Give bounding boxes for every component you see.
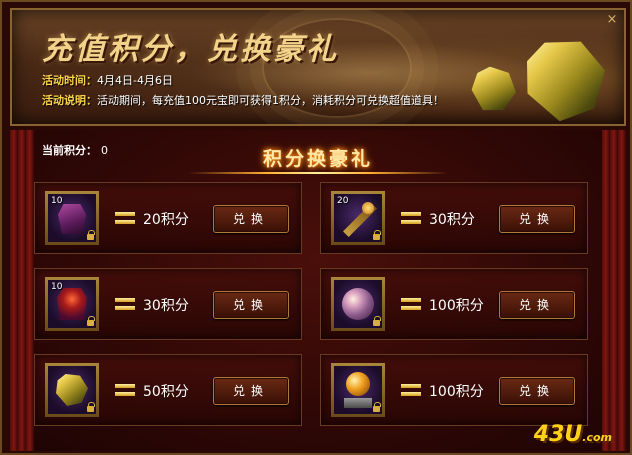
banner-title: 充值积分，兑换豪礼 xyxy=(42,32,339,67)
gem-icon xyxy=(521,35,611,125)
reward-cost: 30积分 xyxy=(429,212,475,228)
event-description-label: 活动说明： xyxy=(42,94,97,107)
exchange-button[interactable]: 兑换 xyxy=(213,377,289,405)
crystal-orb-icon xyxy=(342,288,374,320)
exchange-button[interactable]: 兑换 xyxy=(499,377,575,405)
event-banner: × 充值积分，兑换豪礼 活动时间：4月4日-4月6日 活动说明：活动期间，每充值… xyxy=(10,8,626,126)
current-points: 当前积分： 0 xyxy=(42,142,108,158)
section-title: 积分换豪礼 xyxy=(188,144,448,174)
pedestal-icon xyxy=(344,398,372,408)
event-time-label: 活动时间： xyxy=(42,74,97,87)
logo-main: 43U xyxy=(533,422,583,447)
reward-cost: 100积分 xyxy=(429,298,484,314)
reward-card: 100积分 兑换 xyxy=(320,268,588,340)
exchange-button[interactable]: 兑换 xyxy=(499,205,575,233)
exchange-button[interactable]: 兑换 xyxy=(499,291,575,319)
reward-card: 50积分 兑换 xyxy=(34,354,302,426)
crimson-armor-icon xyxy=(57,288,87,320)
exchange-stage: 当前积分： 0 积分换豪礼 10 20积分 兑换 20 30积分 兑换 10 3… xyxy=(10,130,626,451)
curtain-right xyxy=(602,130,626,451)
lock-icon xyxy=(87,230,95,240)
event-description: 活动说明：活动期间，每充值100元宝即可获得1积分，消耗积分可兑换超值道具！ xyxy=(42,92,444,108)
purple-armor-icon xyxy=(58,204,86,234)
curtain-left xyxy=(10,130,34,451)
exchange-button[interactable]: 兑换 xyxy=(213,205,289,233)
item-slot[interactable] xyxy=(45,363,99,417)
lock-icon xyxy=(87,316,95,326)
gem-icon xyxy=(468,64,520,116)
reward-cost: 30积分 xyxy=(143,298,189,314)
equals-icon xyxy=(115,211,135,225)
item-count: 10 xyxy=(51,282,63,292)
event-panel: × 充值积分，兑换豪礼 活动时间：4月4日-4月6日 活动说明：活动期间，每充值… xyxy=(0,0,632,455)
reward-card: 100积分 兑换 xyxy=(320,354,588,426)
site-logo: 43U.com xyxy=(534,422,612,447)
lock-icon xyxy=(373,402,381,412)
event-description-value: 活动期间，每充值100元宝即可获得1积分，消耗积分可兑换超值道具！ xyxy=(97,94,444,107)
item-slot[interactable] xyxy=(331,277,385,331)
event-time-value: 4月4日-4月6日 xyxy=(97,74,173,87)
equals-icon xyxy=(115,297,135,311)
lock-icon xyxy=(373,316,381,326)
close-icon[interactable]: × xyxy=(604,12,620,28)
staff-head-icon xyxy=(362,202,374,214)
current-points-label: 当前积分： xyxy=(42,144,97,157)
current-points-value: 0 xyxy=(101,144,108,157)
item-count: 20 xyxy=(337,196,349,206)
reward-cost: 100积分 xyxy=(429,384,484,400)
item-slot[interactable] xyxy=(331,363,385,417)
yellow-gem-icon xyxy=(56,374,88,406)
reward-cost: 20积分 xyxy=(143,212,189,228)
golden-orb-pedestal-icon xyxy=(346,372,370,396)
logo-suffix: .com xyxy=(582,431,612,444)
equals-icon xyxy=(401,211,421,225)
lock-icon xyxy=(87,402,95,412)
lock-icon xyxy=(373,230,381,240)
item-slot[interactable]: 20 xyxy=(331,191,385,245)
reward-card: 10 20积分 兑换 xyxy=(34,182,302,254)
item-count: 10 xyxy=(51,196,63,206)
equals-icon xyxy=(401,297,421,311)
item-slot[interactable]: 10 xyxy=(45,191,99,245)
reward-card: 20 30积分 兑换 xyxy=(320,182,588,254)
reward-cost: 50积分 xyxy=(143,384,189,400)
exchange-button[interactable]: 兑换 xyxy=(213,291,289,319)
item-slot[interactable]: 10 xyxy=(45,277,99,331)
reward-card: 10 30积分 兑换 xyxy=(34,268,302,340)
equals-icon xyxy=(115,383,135,397)
equals-icon xyxy=(401,383,421,397)
event-time: 活动时间：4月4日-4月6日 xyxy=(42,72,173,88)
